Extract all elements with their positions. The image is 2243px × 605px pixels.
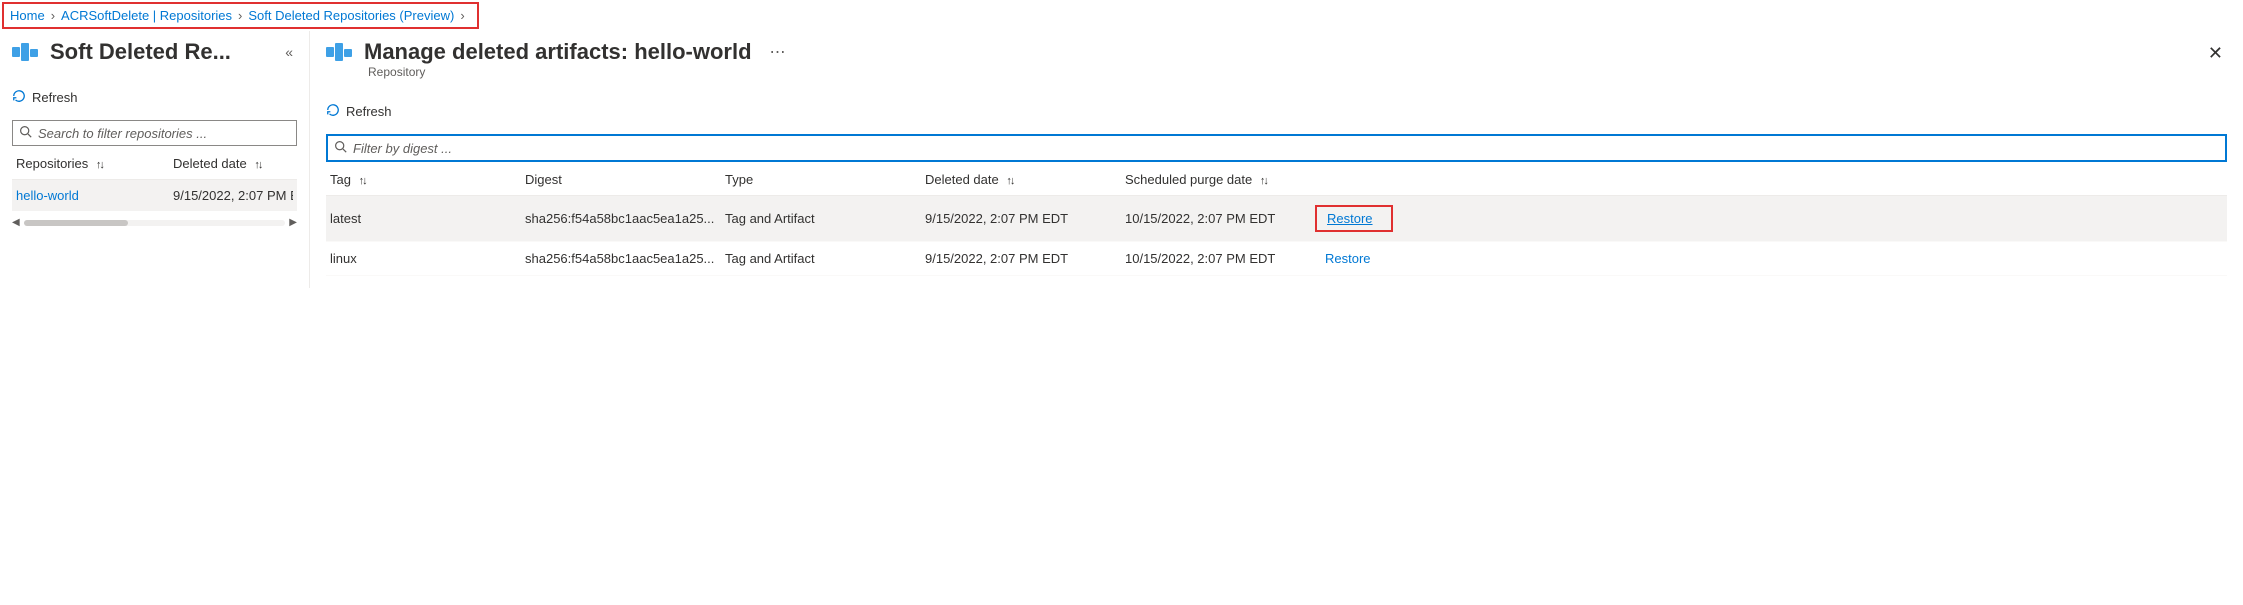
column-header-purge-date[interactable]: Scheduled purge date ↑↓ xyxy=(1125,172,1325,187)
cell-tag: latest xyxy=(330,211,525,226)
column-header-label: Deleted date xyxy=(925,172,999,187)
chevron-right-icon: › xyxy=(51,8,55,23)
scroll-right-icon[interactable]: ▶ xyxy=(289,217,297,228)
sidebar-search-input[interactable] xyxy=(38,126,290,141)
sidebar-title: Soft Deleted Re... xyxy=(50,39,271,65)
table-row[interactable]: linuxsha256:f54a58bc1aac5ea1a25...Tag an… xyxy=(326,242,2227,276)
repo-deleted-date: 9/15/2022, 2:07 PM E xyxy=(173,188,293,203)
restore-button[interactable]: Restore xyxy=(1325,251,1371,266)
column-header-label: Deleted date xyxy=(173,156,247,171)
column-header-label: Type xyxy=(725,172,753,187)
cell-purge-date: 10/15/2022, 2:07 PM EDT xyxy=(1125,251,1325,266)
close-button[interactable]: ✕ xyxy=(2204,39,2227,68)
main-filter-input[interactable] xyxy=(353,141,2219,156)
repo-name-link[interactable]: hello-world xyxy=(16,188,173,203)
column-header-deleted-date[interactable]: Deleted date ↑↓ xyxy=(173,156,293,171)
cell-purge-date: 10/15/2022, 2:07 PM EDT xyxy=(1125,211,1325,226)
column-header-label: Repositories xyxy=(16,156,88,171)
cell-action: Restore xyxy=(1325,205,1415,232)
sidebar: Soft Deleted Re... « Refresh Repositorie… xyxy=(0,31,310,288)
breadcrumb-link-acr[interactable]: ACRSoftDelete | Repositories xyxy=(61,8,232,23)
table-row[interactable]: latestsha256:f54a58bc1aac5ea1a25...Tag a… xyxy=(326,196,2227,242)
sidebar-refresh-button[interactable]: Refresh xyxy=(12,89,297,106)
scroll-thumb[interactable] xyxy=(24,220,129,226)
breadcrumb-link-home[interactable]: Home xyxy=(10,8,45,23)
cell-deleted-date: 9/15/2022, 2:07 PM EDT xyxy=(925,211,1125,226)
page-title: Manage deleted artifacts: hello-world xyxy=(364,39,752,65)
cell-digest: sha256:f54a58bc1aac5ea1a25... xyxy=(525,211,725,226)
main-filter-box[interactable] xyxy=(326,134,2227,162)
refresh-label: Refresh xyxy=(346,104,392,119)
sort-icon: ↑↓ xyxy=(1006,175,1013,187)
search-icon xyxy=(19,125,32,141)
search-icon xyxy=(334,140,347,156)
refresh-label: Refresh xyxy=(32,90,78,105)
cell-type: Tag and Artifact xyxy=(725,211,925,226)
sort-icon: ↑↓ xyxy=(254,159,261,171)
chevron-right-icon: › xyxy=(238,8,242,23)
column-header-tag[interactable]: Tag ↑↓ xyxy=(330,172,525,187)
column-header-label: Scheduled purge date xyxy=(1125,172,1252,187)
column-header-action xyxy=(1325,172,1415,187)
main-refresh-button[interactable]: Refresh xyxy=(326,103,2227,120)
restore-highlight-box: Restore xyxy=(1315,205,1393,232)
container-registry-icon xyxy=(12,41,40,63)
cell-deleted-date: 9/15/2022, 2:07 PM EDT xyxy=(925,251,1125,266)
scroll-track[interactable] xyxy=(24,220,286,226)
sort-icon: ↑↓ xyxy=(1260,175,1267,187)
cell-digest: sha256:f54a58bc1aac5ea1a25... xyxy=(525,251,725,266)
column-header-digest[interactable]: Digest xyxy=(525,172,725,187)
sort-icon: ↑↓ xyxy=(96,159,103,171)
collapse-sidebar-button[interactable]: « xyxy=(281,40,297,64)
cell-action: Restore xyxy=(1325,251,1415,266)
chevron-right-icon: › xyxy=(460,8,464,23)
column-header-label: Digest xyxy=(525,172,562,187)
horizontal-scrollbar[interactable]: ◀ ▶ xyxy=(12,217,297,228)
refresh-icon xyxy=(12,89,26,106)
main-panel: ✕ Manage deleted artifacts: hello-world … xyxy=(310,31,2243,288)
column-header-repositories[interactable]: Repositories ↑↓ xyxy=(16,156,173,171)
cell-type: Tag and Artifact xyxy=(725,251,925,266)
cell-tag: linux xyxy=(330,251,525,266)
more-actions-button[interactable]: ⋯ xyxy=(762,42,794,62)
column-header-label: Tag xyxy=(330,172,351,187)
container-registry-icon xyxy=(326,41,354,63)
column-header-deleted-date[interactable]: Deleted date ↑↓ xyxy=(925,172,1125,187)
sort-icon: ↑↓ xyxy=(359,175,366,187)
sidebar-search-box[interactable] xyxy=(12,120,297,146)
breadcrumb-link-softdeleted[interactable]: Soft Deleted Repositories (Preview) xyxy=(248,8,454,23)
restore-button[interactable]: Restore xyxy=(1327,211,1373,226)
repo-row[interactable]: hello-world 9/15/2022, 2:07 PM E xyxy=(12,180,297,211)
breadcrumb: Home › ACRSoftDelete | Repositories › So… xyxy=(2,2,479,29)
column-header-type[interactable]: Type xyxy=(725,172,925,187)
page-subtitle: Repository xyxy=(368,65,2227,79)
refresh-icon xyxy=(326,103,340,120)
scroll-left-icon[interactable]: ◀ xyxy=(12,217,20,228)
